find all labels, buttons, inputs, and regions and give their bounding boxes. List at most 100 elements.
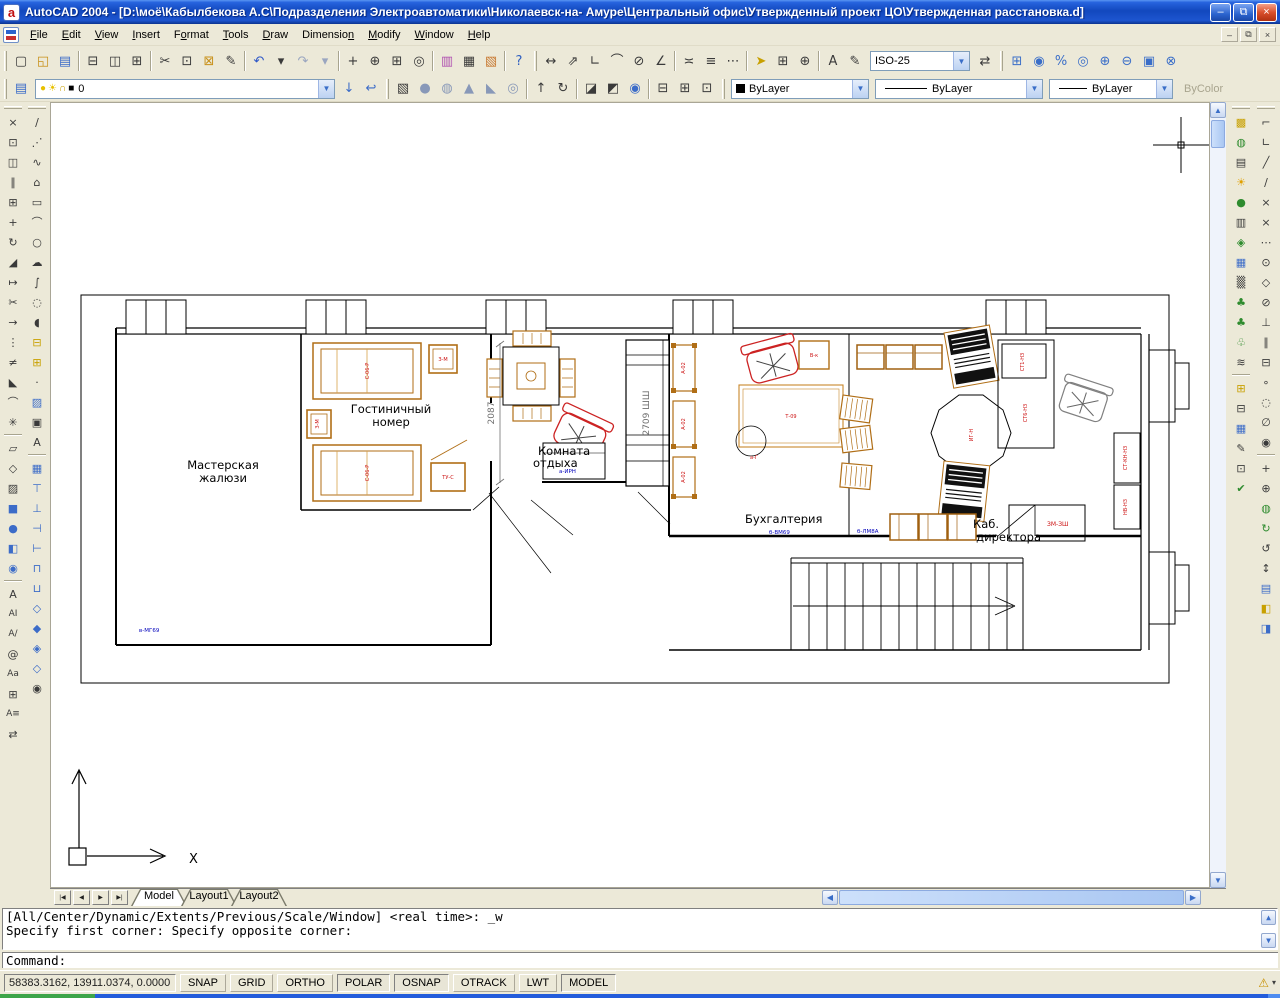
layer-freeze-icon[interactable]: ☀ <box>48 83 57 94</box>
toolbar-grip[interactable] <box>4 106 22 109</box>
render-statistics-button[interactable]: ≋ <box>1230 352 1252 372</box>
orbit-3d-button[interactable]: ◍ <box>1255 498 1277 518</box>
toolbar-grip[interactable] <box>1257 106 1275 109</box>
baseline-dimension-button[interactable]: ≡ <box>700 50 722 72</box>
layer-lock-icon[interactable]: ∩ <box>59 83 66 94</box>
scroll-right-icon[interactable]: ▶ <box>1185 890 1201 905</box>
find-replace-button[interactable]: @ <box>2 644 24 664</box>
zoom-3d-button[interactable]: ⊕ <box>1255 478 1277 498</box>
new-button[interactable]: ▢ <box>10 50 32 72</box>
scale-button[interactable]: ◢ <box>2 252 24 272</box>
fillet-button[interactable]: ⌒ <box>2 392 24 412</box>
zoom-window-fly-button[interactable]: ⊞ <box>386 50 408 72</box>
swivel-3d-button[interactable]: ↺ <box>1255 538 1277 558</box>
view-nw-isometric-button[interactable]: ◇ <box>26 658 48 678</box>
view-left-button[interactable]: ⊣ <box>26 518 48 538</box>
open-button[interactable]: ◱ <box>32 50 54 72</box>
menu-draw[interactable]: Draw <box>255 26 295 44</box>
windows-taskbar[interactable] <box>0 994 1280 998</box>
view-top-button[interactable]: ⊤ <box>26 478 48 498</box>
tab-layout1[interactable]: Layout1 <box>181 889 237 906</box>
properties-palette-button[interactable]: ▥ <box>436 50 458 72</box>
revolve-button[interactable]: ↻ <box>552 78 574 100</box>
mirror-button[interactable]: ◫ <box>2 152 24 172</box>
spline-button[interactable]: ∫ <box>26 272 48 292</box>
snap-endpoint-button[interactable]: ╱ <box>1255 152 1277 172</box>
quick-leader-button[interactable]: ➤ <box>750 50 772 72</box>
shade-gouraud-edges-button[interactable]: ◉ <box>2 558 24 578</box>
edit-text-button[interactable]: A/ <box>2 624 24 644</box>
trim-button[interactable]: ✂ <box>2 292 24 312</box>
tray-chevron-icon[interactable]: ▾ <box>1272 978 1276 987</box>
help-button[interactable]: ? <box>508 50 530 72</box>
tool-palettes-button[interactable]: ▧ <box>480 50 502 72</box>
shade-flat-button[interactable]: ■ <box>2 498 24 518</box>
polyline-button[interactable]: ∿ <box>26 152 48 172</box>
view-front-button[interactable]: ⊓ <box>26 558 48 578</box>
diameter-dimension-button[interactable]: ⊘ <box>628 50 650 72</box>
center-mark-button[interactable]: ⊕ <box>794 50 816 72</box>
adjust-distance-button[interactable]: ↕ <box>1255 558 1277 578</box>
zoom-extents-button[interactable]: ⊗ <box>1160 50 1182 72</box>
zoom-in-button[interactable]: ⊕ <box>1094 50 1116 72</box>
back-clip-button[interactable]: ◨ <box>1255 618 1277 638</box>
chevron-down-icon[interactable]: ▼ <box>1026 80 1042 98</box>
start-button-edge[interactable] <box>0 994 95 998</box>
undo-button[interactable]: ↶ <box>248 50 270 72</box>
rectangle-button[interactable]: ▭ <box>26 192 48 212</box>
chevron-down-icon[interactable]: ▼ <box>318 80 334 98</box>
toolbar-grip[interactable] <box>534 51 537 71</box>
solid-box-button[interactable]: ▧ <box>392 78 414 100</box>
view-ne-isometric-button[interactable]: ◈ <box>26 638 48 658</box>
extend-button[interactable]: → <box>2 312 24 332</box>
snap-from-button[interactable]: ∟ <box>1255 132 1277 152</box>
toolbar-grip[interactable] <box>386 79 389 99</box>
copy-object-button[interactable]: ⊡ <box>2 132 24 152</box>
convert-distance-button[interactable]: ⇄ <box>2 724 24 744</box>
shade-gouraud-button[interactable]: ● <box>2 518 24 538</box>
layer-combo[interactable]: ● ☀ ∩ ■ 0 ▼ <box>35 79 335 99</box>
mdi-restore-button[interactable]: ⧉ <box>1240 27 1257 42</box>
menu-file[interactable]: File <box>23 26 55 44</box>
refset-button[interactable]: ⊡ <box>1230 458 1252 478</box>
stretch-button[interactable]: ↦ <box>2 272 24 292</box>
redo-button[interactable]: ↷ <box>292 50 314 72</box>
command-scroll-down-icon[interactable]: ▼ <box>1261 933 1276 948</box>
zoom-realtime-button[interactable]: ⊕ <box>364 50 386 72</box>
snap-none-button[interactable]: ∅ <box>1255 412 1277 432</box>
interfere-button[interactable]: ◉ <box>624 78 646 100</box>
publish-button[interactable]: ⊞ <box>126 50 148 72</box>
tab-next-icon[interactable]: ▶ <box>92 890 109 905</box>
arc-button[interactable]: ⌒ <box>26 212 48 232</box>
redo-list-button[interactable]: ▾ <box>314 50 336 72</box>
menu-dimension[interactable]: Dimension <box>295 26 361 44</box>
tab-prev-icon[interactable]: ◀ <box>73 890 90 905</box>
move-button[interactable]: + <box>2 212 24 232</box>
shade-flat-edges-button[interactable]: ◧ <box>2 538 24 558</box>
point-button[interactable]: · <box>26 372 48 392</box>
paste-button[interactable]: ⊠ <box>198 50 220 72</box>
scroll-down-icon[interactable]: ▼ <box>1210 872 1226 888</box>
camera-button[interactable]: ◉ <box>26 678 48 698</box>
justify-text-button[interactable]: A≡ <box>2 704 24 724</box>
menu-edit[interactable]: Edit <box>55 26 88 44</box>
scroll-up-icon[interactable]: ▲ <box>1210 102 1226 118</box>
shade-2d-wireframe-button[interactable]: ▱ <box>2 438 24 458</box>
command-prompt-line[interactable]: Command: <box>2 952 1278 968</box>
insert-block-2-button[interactable]: ⊞ <box>1230 378 1252 398</box>
solid-sphere-button[interactable]: ● <box>414 78 436 100</box>
scroll-left-icon[interactable]: ◀ <box>822 890 838 905</box>
vertical-scroll-thumb[interactable] <box>1211 120 1225 148</box>
refedit-button[interactable]: ✎ <box>1230 438 1252 458</box>
single-line-text-button[interactable]: AI <box>2 604 24 624</box>
setup-profile-button[interactable]: ⊡ <box>696 78 718 100</box>
toggle-polar[interactable]: POLAR <box>337 974 390 992</box>
named-views-button[interactable]: ▦ <box>26 458 48 478</box>
ellipse-button[interactable]: ◌ <box>26 292 48 312</box>
model-space-canvas[interactable]: Мастерская жалюзи Гостиничный номер Комн… <box>50 102 1210 888</box>
layer-on-icon[interactable]: ● <box>40 83 46 94</box>
toggle-otrack[interactable]: OTRACK <box>453 974 515 992</box>
mdi-close-button[interactable]: × <box>1259 27 1276 42</box>
cut-button[interactable]: ✂ <box>154 50 176 72</box>
hatch-button[interactable]: ▨ <box>26 392 48 412</box>
